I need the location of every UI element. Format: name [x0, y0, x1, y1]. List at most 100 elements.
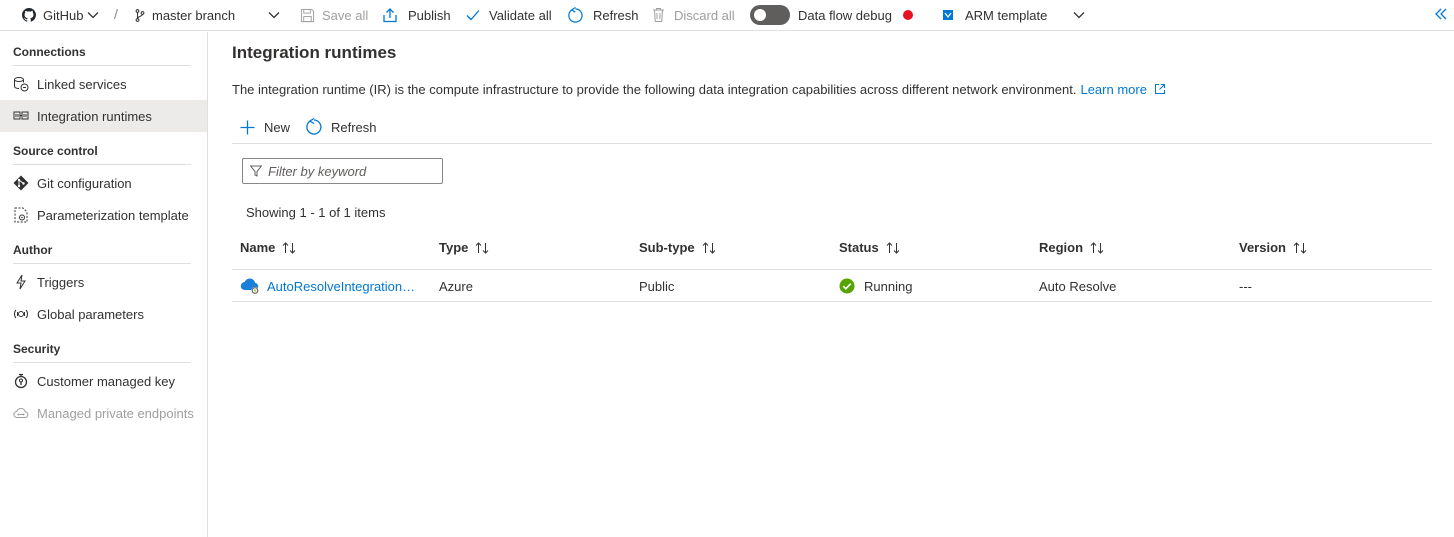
status-label: Running	[864, 278, 913, 294]
table-row[interactable]: AutoResolveIntegrationR... Azure Public …	[232, 270, 1432, 302]
trash-icon	[652, 7, 665, 23]
publish-button[interactable]: Publish	[382, 0, 451, 30]
sidebar-item-label: Git configuration	[37, 175, 132, 191]
sidebar: Connections Linked services Integration …	[0, 32, 208, 537]
cell-region: Auto Resolve	[1039, 278, 1117, 294]
new-button[interactable]: New	[240, 117, 290, 137]
sidebar-item-label: Triggers	[37, 274, 85, 290]
plus-icon	[240, 120, 255, 135]
sidebar-item-git-configuration[interactable]: Git configuration	[0, 167, 207, 199]
sort-icon	[702, 241, 716, 254]
section-author: Author	[13, 243, 191, 264]
page-title: Integration runtimes	[232, 43, 397, 62]
description-text: The integration runtime (IR) is the comp…	[232, 82, 1077, 97]
key-icon	[13, 373, 29, 389]
cell-status: Running	[839, 270, 912, 302]
debug-status-dot	[902, 10, 913, 20]
filter-input[interactable]	[268, 163, 438, 179]
page-description: The integration runtime (IR) is the comp…	[232, 82, 1166, 98]
cell-name: AutoResolveIntegrationR...	[240, 270, 422, 302]
sidebar-item-label: Global parameters	[37, 306, 144, 322]
azure-cloud-icon	[240, 277, 260, 295]
global-parameters-icon	[13, 306, 29, 322]
branch-label: master branch	[152, 7, 236, 23]
github-icon	[22, 8, 36, 22]
git-icon	[13, 175, 29, 191]
save-all-button[interactable]: Save all	[300, 0, 368, 30]
filter-icon	[250, 165, 262, 177]
chevron-down-icon	[268, 11, 280, 19]
repo-selector[interactable]: GitHub	[22, 0, 99, 30]
top-toolbar: GitHub / master branch Save all Publish …	[0, 0, 1454, 31]
sidebar-item-label: Customer managed key	[37, 373, 176, 389]
toggle-switch[interactable]	[750, 5, 790, 25]
column-header-name[interactable]: Name	[240, 240, 296, 255]
check-circle-icon	[839, 278, 855, 294]
arm-template-menu[interactable]: ARM template	[942, 0, 1085, 30]
double-chevron-left-icon	[1435, 8, 1447, 20]
filter-box[interactable]	[242, 158, 443, 184]
column-header-label: Type	[439, 240, 469, 255]
cell-subtype: Public	[639, 278, 675, 294]
discard-all-button[interactable]: Discard all	[652, 0, 735, 30]
toolbar-refresh-button[interactable]: Refresh	[567, 0, 639, 30]
sidebar-item-integration-runtimes[interactable]: Integration runtimes	[0, 100, 207, 132]
sidebar-item-parameterization-template[interactable]: Parameterization template	[0, 199, 207, 231]
data-flow-debug-label: Data flow debug	[798, 7, 892, 23]
upload-icon	[382, 7, 398, 23]
branch-icon	[135, 8, 145, 22]
sort-icon	[1090, 241, 1104, 254]
sidebar-item-customer-managed-key[interactable]: Customer managed key	[0, 365, 207, 397]
column-header-subtype[interactable]: Sub-type	[639, 240, 716, 255]
column-header-version[interactable]: Version	[1239, 240, 1307, 255]
item-count: Showing 1 - 1 of 1 items	[246, 205, 386, 220]
external-link-icon	[1154, 83, 1166, 98]
column-header-label: Status	[839, 240, 879, 255]
integration-runtime-icon	[13, 108, 29, 124]
column-header-label: Sub-type	[639, 240, 695, 255]
data-flow-debug-toggle[interactable]: Data flow debug	[750, 0, 913, 30]
sort-icon	[886, 241, 900, 254]
sort-icon	[282, 241, 296, 254]
discard-all-label: Discard all	[674, 7, 735, 23]
breadcrumb-separator: /	[114, 6, 118, 22]
section-source-control: Source control	[13, 144, 191, 165]
learn-more-link[interactable]: Learn more	[1080, 82, 1165, 97]
lightning-icon	[13, 274, 29, 290]
sidebar-item-label: Linked services	[37, 76, 127, 92]
main-content: Integration runtimes The integration run…	[208, 32, 1454, 537]
column-header-type[interactable]: Type	[439, 240, 489, 255]
new-label: New	[264, 119, 291, 135]
cell-type: Azure	[439, 278, 473, 294]
section-connections: Connections	[13, 45, 191, 66]
sidebar-item-global-parameters[interactable]: Global parameters	[0, 298, 207, 330]
command-bar-divider	[232, 143, 1432, 144]
toggle-knob	[754, 9, 766, 21]
validate-all-label: Validate all	[489, 7, 552, 23]
refresh-label: Refresh	[331, 119, 377, 135]
branch-selector[interactable]: master branch	[135, 0, 280, 30]
column-header-label: Region	[1039, 240, 1084, 255]
cloud-link-icon	[13, 405, 29, 421]
column-header-label: Name	[240, 240, 276, 255]
chevron-down-icon	[1073, 11, 1085, 19]
column-header-status[interactable]: Status	[839, 240, 900, 255]
save-all-label: Save all	[322, 7, 369, 23]
refresh-icon	[305, 118, 323, 136]
sidebar-item-triggers[interactable]: Triggers	[0, 266, 207, 298]
sidebar-item-managed-private-endpoints[interactable]: Managed private endpoints	[0, 397, 207, 429]
publish-label: Publish	[408, 7, 451, 23]
refresh-button[interactable]: Refresh	[305, 117, 377, 137]
collapse-panel-button[interactable]	[1432, 4, 1450, 24]
sidebar-item-linked-services[interactable]: Linked services	[0, 68, 207, 100]
template-icon	[13, 207, 29, 223]
chevron-down-icon	[87, 11, 99, 19]
section-security: Security	[13, 342, 191, 363]
column-header-region[interactable]: Region	[1039, 240, 1104, 255]
sidebar-item-label: Integration runtimes	[37, 108, 152, 124]
checkmark-icon	[466, 9, 480, 21]
learn-more-label: Learn more	[1080, 82, 1147, 97]
runtime-name-link[interactable]: AutoResolveIntegrationR...	[267, 279, 422, 294]
column-header-label: Version	[1239, 240, 1286, 255]
validate-all-button[interactable]: Validate all	[466, 0, 552, 30]
